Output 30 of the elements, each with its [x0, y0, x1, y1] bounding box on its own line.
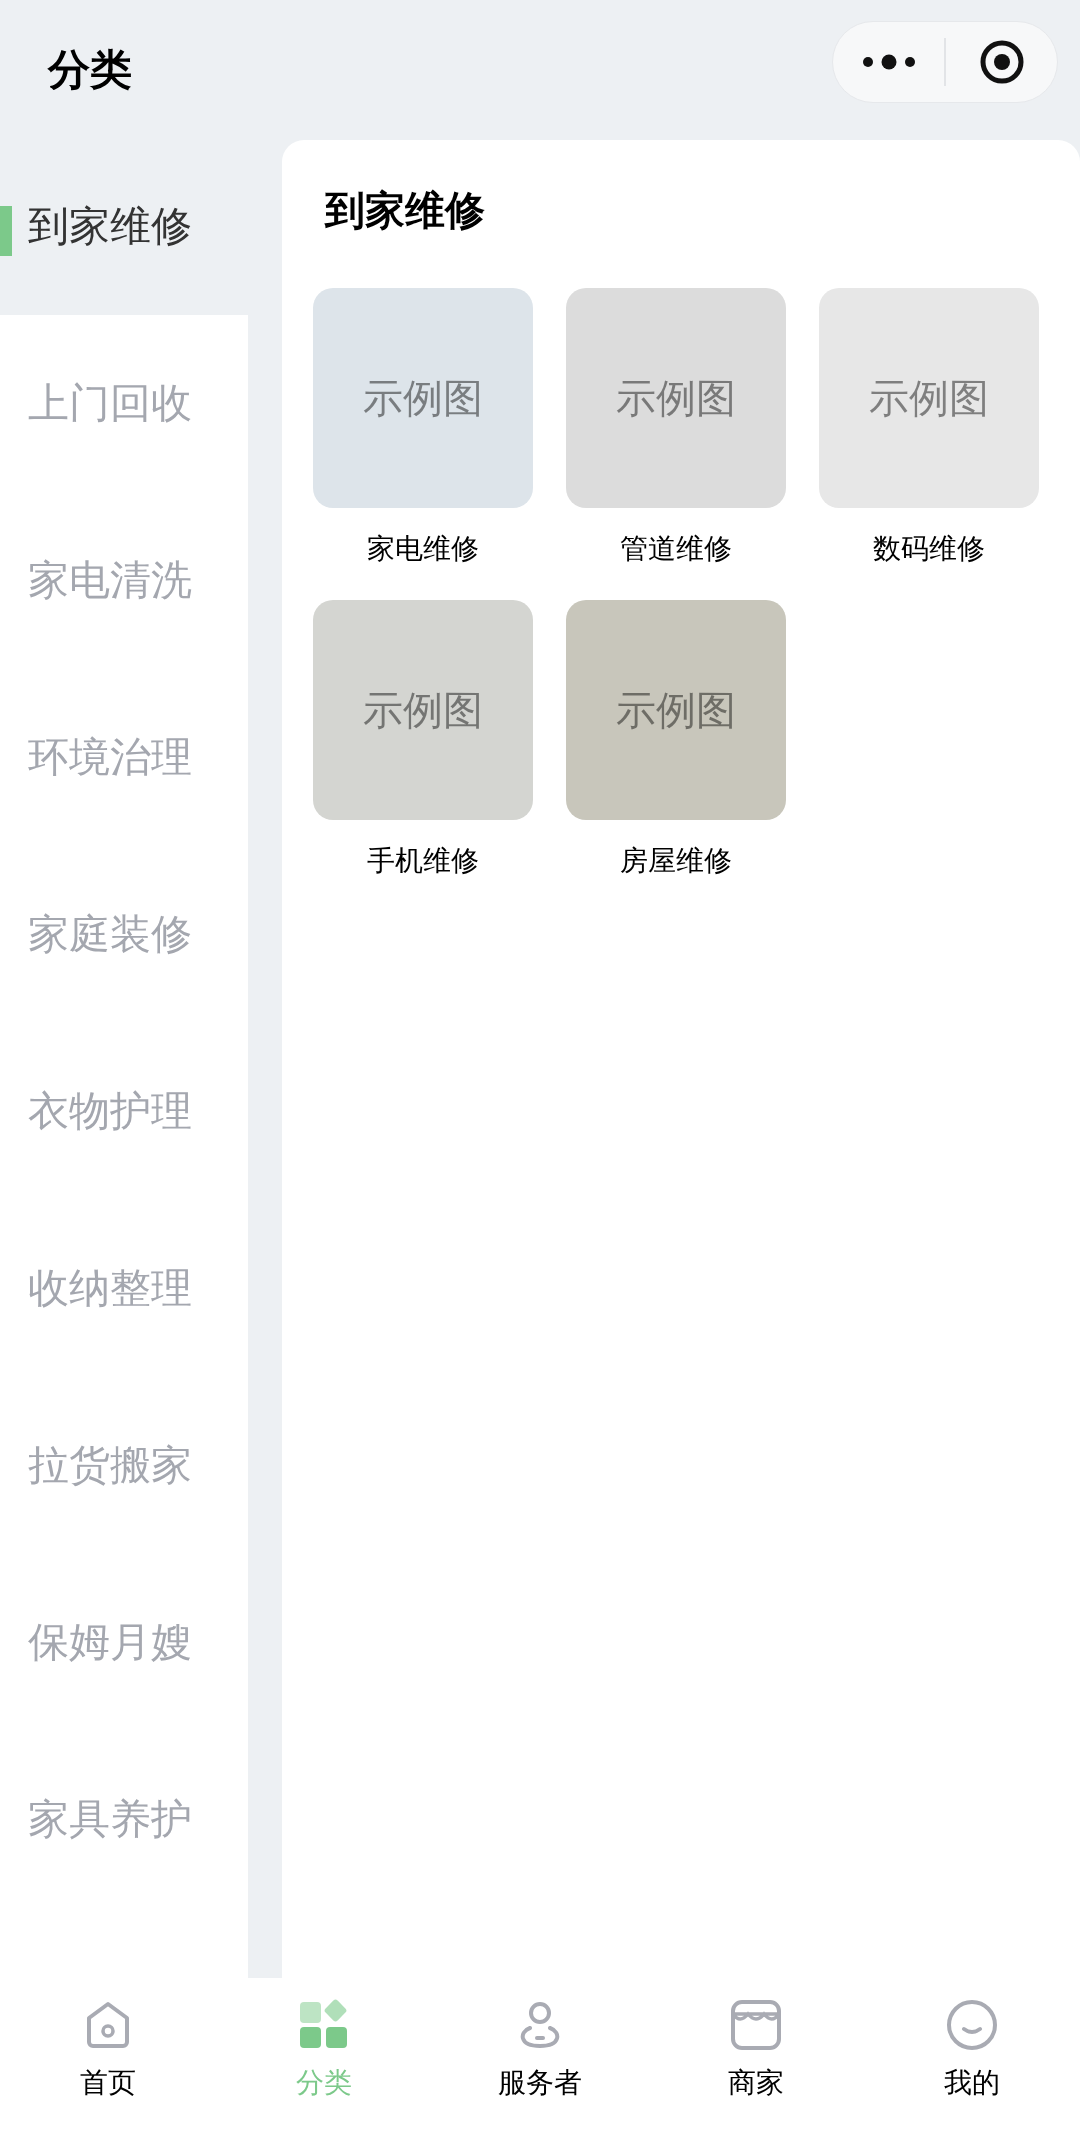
sidebar-item[interactable]: 环境治理 [0, 669, 248, 846]
sidebar-item[interactable]: 家电清洗 [0, 492, 248, 669]
sidebar-item[interactable]: 家庭装修 [0, 846, 248, 1023]
tab-bar-item[interactable]: 我的 [864, 1998, 1080, 2144]
sidebar-item[interactable]: 上门回收 [0, 315, 248, 492]
tile-image[interactable]: 示例图 [566, 600, 786, 820]
sidebar-item[interactable]: 拉货搬家 [0, 1377, 248, 1554]
sidebar-item[interactable]: 衣物护理 [0, 1023, 248, 1200]
smile-icon [945, 1998, 999, 2052]
tile-label: 管道维修 [620, 531, 732, 567]
tab-bar-item[interactable]: 服务者 [432, 1998, 648, 2144]
page-title: 分类 [48, 43, 132, 96]
tab-bar-item[interactable]: 分类 [216, 1998, 432, 2144]
close-icon[interactable] [978, 39, 1025, 85]
sidebar-item[interactable]: 家具养护 [0, 1731, 248, 1908]
more-icon[interactable] [861, 54, 916, 70]
tile-label: 家电维修 [367, 531, 479, 567]
tile-label: 手机维修 [367, 843, 479, 879]
tile-image[interactable]: 示例图 [819, 288, 1039, 508]
tile-image[interactable]: 示例图 [566, 288, 786, 508]
tile-label: 数码维修 [873, 531, 985, 567]
section-heading: 到家维修 [325, 186, 485, 235]
tab-bar-item[interactable]: 首页 [0, 1998, 216, 2144]
tile-image[interactable]: 示例图 [313, 288, 533, 508]
tile-image[interactable]: 示例图 [313, 600, 533, 820]
sidebar-item[interactable]: 收纳整理 [0, 1200, 248, 1377]
tab-bar-item[interactable]: 商家 [648, 1998, 864, 2144]
shop-icon [729, 1998, 783, 2052]
sidebar-item[interactable]: 保姆月嫂 [0, 1554, 248, 1731]
tile-label: 房屋维修 [620, 843, 732, 879]
